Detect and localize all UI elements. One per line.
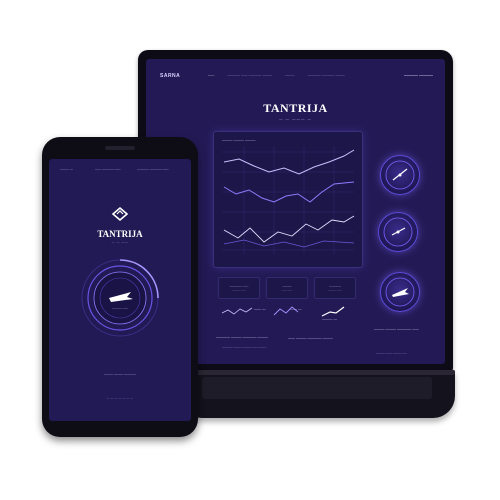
- phone-bottom-text: ——— ——— ————: [104, 372, 136, 376]
- top-navigation: SARNA —— ———— —— ———— ——— ——— ———— ———— …: [146, 73, 445, 85]
- hero-title: TANTRIJA: [263, 101, 328, 115]
- mini-value-2: —— —: [290, 307, 302, 311]
- phone-top-bar: ——— — —— ———— —— ———— ———— ——: [49, 167, 191, 175]
- line-chart: [222, 146, 355, 254]
- stat-cards: ———— —— ——— —— ——— —— —— ———— ——— ——: [218, 277, 356, 299]
- phone-screen: ——— — —— ———— —— ———— ———— —— TANTRIJA —…: [49, 159, 191, 421]
- mini-value-1: —— —: [254, 307, 266, 311]
- stat-subtitle: —— ——: [281, 289, 293, 292]
- phone-nav-left[interactable]: ——— —: [60, 167, 73, 171]
- chart-line-lower: [223, 239, 355, 248]
- footer-heading-left: ———— ——— ———— ———: [216, 335, 268, 339]
- mini-sparkline-2: [273, 306, 299, 316]
- footer-heading-mid: —— ——— ———— ———: [288, 336, 333, 340]
- stat-title: ————: [329, 284, 341, 288]
- gauge-1[interactable]: [380, 155, 420, 195]
- phone-nav-mid[interactable]: —— ———— ——: [95, 167, 121, 171]
- stat-card-1[interactable]: ———— —— ——— ——: [218, 277, 260, 299]
- stat-subtitle: ——— ——: [232, 289, 246, 292]
- chevron-logo-icon: [111, 206, 129, 222]
- phone-device: ——— — —— ———— —— ———— ———— —— TANTRIJA —…: [42, 137, 198, 437]
- stat-subtitle: ——— ——: [328, 289, 342, 292]
- nav-items: —— ———— —— ———— ——— ——— ———— ———— ———: [208, 73, 345, 77]
- laptop-keyboard-base: [180, 370, 455, 418]
- nav-cta-link[interactable]: ———— ————: [404, 73, 433, 77]
- plane-icon: [385, 277, 415, 307]
- stat-card-2[interactable]: ——— —— ——: [266, 277, 308, 299]
- gauge-2[interactable]: [378, 212, 418, 252]
- phone-nav-right[interactable]: ———— ———— ——: [137, 167, 169, 171]
- stat-title: ———— ——: [229, 284, 249, 288]
- hero-subtitle: — — ——— —: [279, 117, 312, 121]
- footer-caption-right: ——— ——— ——— ——: [376, 352, 407, 355]
- chart-line-top: [223, 149, 355, 175]
- nav-item-2[interactable]: ———— —— ———— ———: [227, 73, 272, 77]
- needle-icon: [383, 217, 413, 247]
- nav-item-1[interactable]: ——: [208, 73, 214, 77]
- chart-grid: [222, 146, 354, 254]
- nav-item-4[interactable]: ———— ———— ———: [308, 73, 345, 77]
- phone-pagination[interactable]: — — — — — — —: [49, 397, 191, 400]
- nav-item-3[interactable]: ———: [285, 73, 295, 77]
- stat-card-3[interactable]: ———— ——— ——: [314, 277, 356, 299]
- radar-dial[interactable]: [79, 257, 161, 339]
- chart-line-bottom: [223, 215, 355, 243]
- laptop-hinge: [180, 370, 455, 375]
- phone-app-title: TANTRIJA: [97, 229, 143, 239]
- phone-app-subtitle: — — ——: [111, 240, 129, 244]
- brand-logo-text[interactable]: SARNA: [160, 73, 180, 79]
- keyboard-area: [202, 377, 432, 399]
- line-chart-panel: ——— ——— ———: [213, 131, 363, 268]
- gauge-3[interactable]: [380, 272, 420, 312]
- stat-title: ———: [282, 284, 292, 288]
- footer-heading-right: ——— ——— ———— ——: [374, 327, 419, 331]
- phone-speaker: [105, 146, 135, 150]
- dial-caption: ———— ——: [112, 307, 128, 310]
- mini-value-3: ——— —: [322, 317, 337, 321]
- needle-icon: [385, 160, 415, 190]
- footer-caption-left: ———— ——— ———— —— ———: [222, 346, 267, 349]
- mini-sparkline-1: [221, 307, 253, 315]
